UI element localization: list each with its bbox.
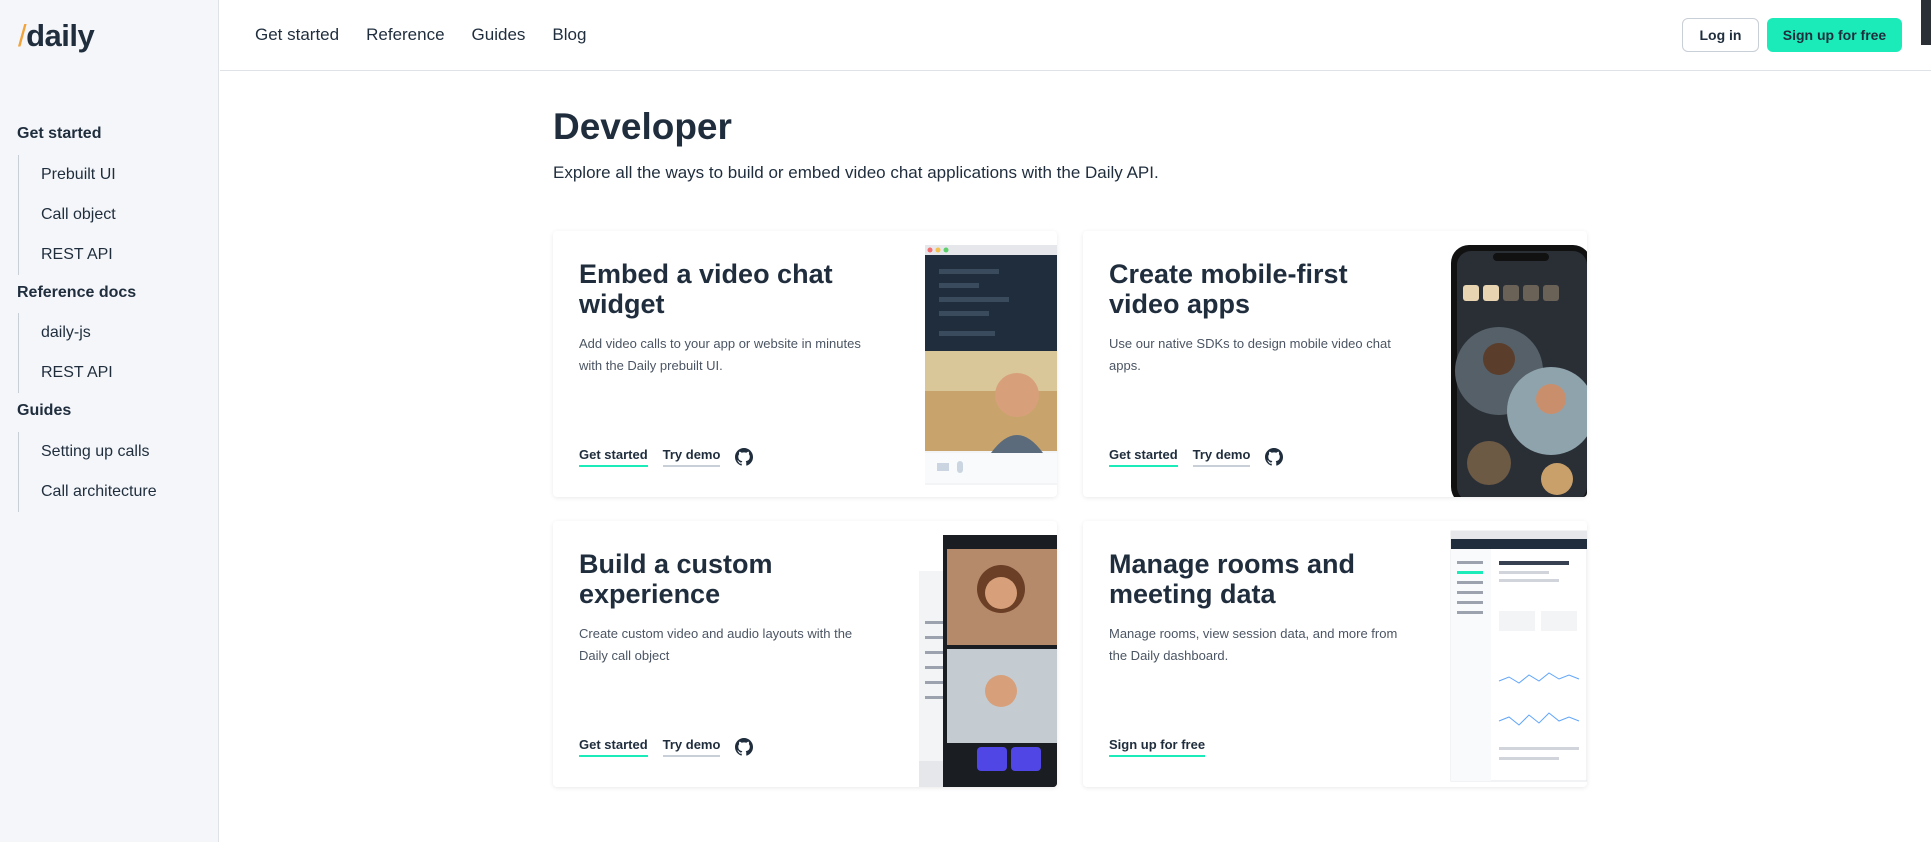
top-nav-guides[interactable]: Guides — [472, 25, 526, 45]
card-embed-widget[interactable]: Embed a video chat widget Add video call… — [553, 231, 1057, 497]
card-title: Create mobile-first video apps — [1109, 259, 1348, 319]
sign-up-link[interactable]: Sign up for free — [1109, 737, 1206, 757]
sidebar-group-get-started: Prebuilt UI Call object REST API — [18, 155, 116, 275]
card-description: Add video calls to your app or website i… — [579, 336, 861, 373]
card-links: Get started Try demo — [579, 737, 754, 757]
top-nav-get-started[interactable]: Get started — [255, 25, 339, 45]
get-started-link[interactable]: Get started — [579, 737, 648, 757]
daily-logo[interactable]: /daily — [18, 18, 95, 54]
top-nav-blog[interactable]: Blog — [552, 25, 586, 45]
page-subtitle: Explore all the ways to build or embed v… — [553, 163, 1159, 182]
card-custom-experience[interactable]: Build a custom experience Create custom … — [553, 521, 1057, 787]
dashboard-illustration — [1450, 530, 1587, 782]
card-manage-rooms[interactable]: Manage rooms and meeting data Manage roo… — [1083, 521, 1587, 787]
card-title: Manage rooms and meeting data — [1109, 549, 1356, 609]
card-links: Sign up for free — [1109, 737, 1206, 757]
card-links: Get started Try demo — [1109, 447, 1284, 467]
sidebar-section-reference-docs[interactable]: Reference docs — [17, 284, 136, 302]
login-button[interactable]: Log in — [1682, 18, 1759, 52]
custom-ui-illustration — [919, 535, 1057, 787]
sidebar-item-prebuilt-ui[interactable]: Prebuilt UI — [19, 155, 116, 195]
try-demo-link[interactable]: Try demo — [662, 737, 721, 757]
sidebar-section-get-started[interactable]: Get started — [17, 125, 101, 143]
sidebar-item-daily-js[interactable]: daily-js — [19, 313, 113, 353]
signup-button[interactable]: Sign up for free — [1767, 18, 1902, 52]
sidebar-group-guides: Setting up calls Call architecture — [18, 432, 157, 512]
page-title: Developer — [553, 106, 732, 147]
github-icon[interactable] — [735, 738, 754, 756]
card-description: Use our native SDKs to design mobile vid… — [1109, 336, 1391, 373]
widget-illustration — [925, 245, 1057, 485]
sidebar-section-guides[interactable]: Guides — [17, 402, 71, 420]
get-started-link[interactable]: Get started — [579, 447, 648, 467]
phone-illustration — [1451, 245, 1587, 497]
card-title: Build a custom experience — [579, 549, 773, 609]
sidebar-item-reference-rest-api[interactable]: REST API — [19, 353, 113, 393]
card-description: Create custom video and audio layouts wi… — [579, 626, 853, 663]
get-started-link[interactable]: Get started — [1109, 447, 1178, 467]
card-mobile-apps[interactable]: Create mobile-first video apps Use our n… — [1083, 231, 1587, 497]
sidebar-item-call-architecture[interactable]: Call architecture — [19, 472, 157, 512]
card-title: Embed a video chat widget — [579, 259, 833, 319]
github-icon[interactable] — [1265, 448, 1284, 466]
window-edge — [1921, 0, 1931, 45]
sidebar-group-reference: daily-js REST API — [18, 313, 113, 393]
top-nav-reference[interactable]: Reference — [366, 25, 444, 45]
sidebar-item-rest-api[interactable]: REST API — [19, 235, 116, 275]
try-demo-link[interactable]: Try demo — [662, 447, 721, 467]
github-icon[interactable] — [735, 448, 754, 466]
card-description: Manage rooms, view session data, and mor… — [1109, 626, 1398, 663]
sidebar-item-call-object[interactable]: Call object — [19, 195, 116, 235]
sidebar-item-setting-up-calls[interactable]: Setting up calls — [19, 432, 157, 472]
top-nav-bar: Get started Reference Guides Blog Log in… — [220, 0, 1931, 71]
top-nav: Get started Reference Guides Blog — [255, 25, 586, 45]
try-demo-link[interactable]: Try demo — [1192, 447, 1251, 467]
sidebar: /daily Get started Prebuilt UI Call obje… — [0, 0, 219, 842]
card-links: Get started Try demo — [579, 447, 754, 467]
